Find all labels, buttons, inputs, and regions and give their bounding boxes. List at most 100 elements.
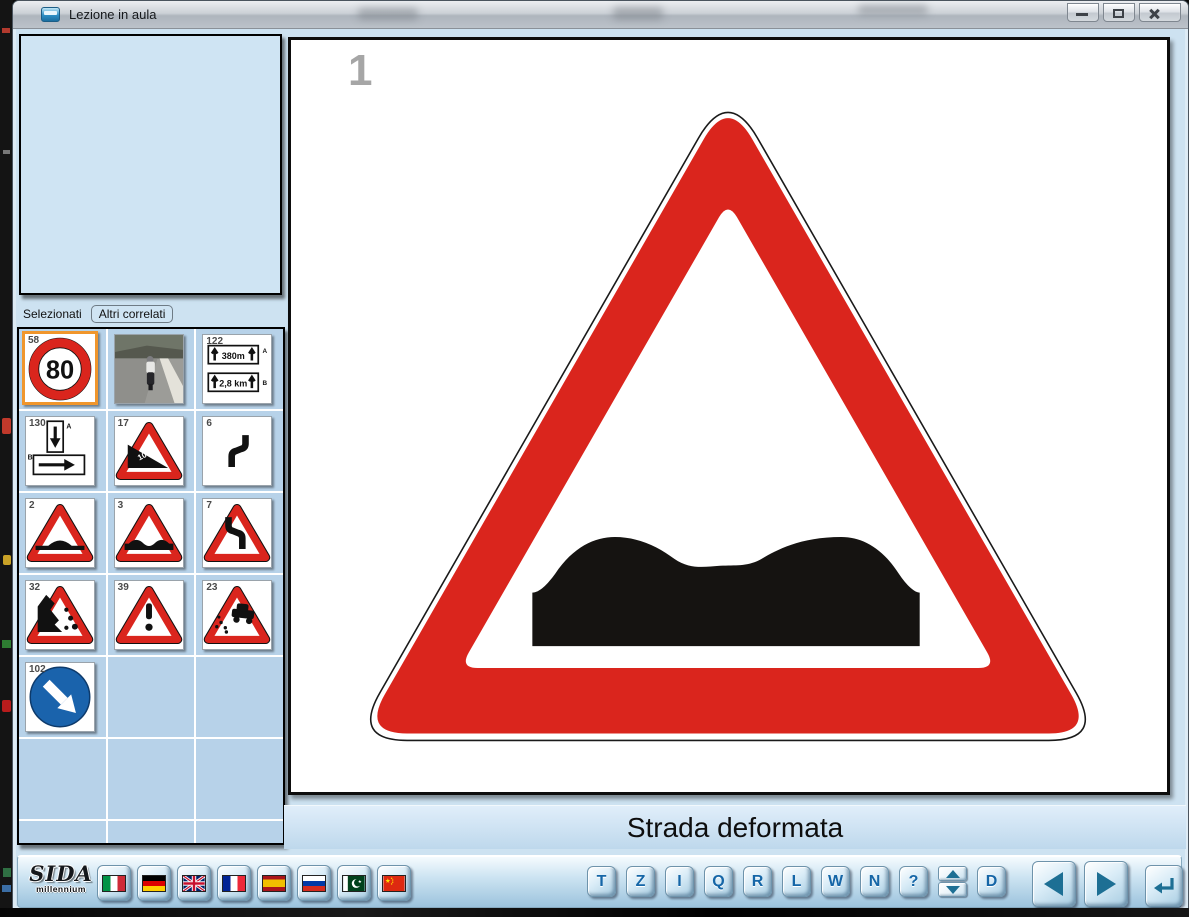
spin-up-button[interactable] xyxy=(938,866,967,881)
uk-flag-icon xyxy=(182,875,206,892)
enter-button[interactable] xyxy=(1145,865,1183,907)
sign-thumb-7[interactable]: 7 xyxy=(196,493,283,573)
road-photo xyxy=(115,335,183,403)
key-D[interactable]: D xyxy=(977,866,1006,897)
app-icon xyxy=(41,7,60,22)
key-R[interactable]: R xyxy=(743,866,772,897)
flag-russia-button[interactable] xyxy=(297,865,331,901)
caption-bar: Strada deformata xyxy=(284,805,1186,849)
back-arrow-icon xyxy=(1041,870,1067,898)
flag-france-button[interactable] xyxy=(217,865,251,901)
russia-flag-icon xyxy=(302,875,326,892)
sign-thumb-102[interactable]: 102 xyxy=(19,657,106,737)
svg-text:80: 80 xyxy=(46,357,74,385)
sign-thumb-2[interactable]: 2 xyxy=(19,493,106,573)
close-button[interactable] xyxy=(1139,3,1181,22)
sign-id: 102 xyxy=(29,664,46,675)
spain-flag-icon xyxy=(262,875,286,892)
sign-id: 7 xyxy=(206,500,212,511)
sign-thumb-17[interactable]: 17 10 % xyxy=(108,411,195,491)
key-T[interactable]: T xyxy=(587,866,616,897)
app-window: Lezione in aula Selezionati Altri correl… xyxy=(12,0,1189,910)
sida-logo: SIDA millennium xyxy=(26,864,96,894)
bottom-toolbar: SIDA millennium xyxy=(17,855,1182,908)
uneven-road-warning-sign xyxy=(291,40,1167,792)
svg-text:B: B xyxy=(28,455,33,462)
tab-altri-correlati[interactable]: Altri correlati xyxy=(91,305,174,323)
spin-down-button[interactable] xyxy=(938,882,967,897)
sign-thumb-122[interactable]: 122 380m A 2,8 km B xyxy=(196,329,283,409)
flag-uk-button[interactable] xyxy=(177,865,211,901)
slide-panel: 1 xyxy=(288,37,1170,795)
sign-thumb-58[interactable]: 58 80 xyxy=(19,329,106,409)
sign-caption: Strada deformata xyxy=(627,812,843,844)
germany-flag-icon xyxy=(142,875,166,892)
empty-cell xyxy=(108,739,195,819)
pakistan-flag-icon xyxy=(342,875,366,892)
sign-thumb-39[interactable]: 39 xyxy=(108,575,195,655)
empty-cell xyxy=(19,821,106,845)
sign-grid-panel: 58 80 xyxy=(17,327,285,845)
command-keys: T Z I Q R L W N ? D xyxy=(587,866,1006,897)
arrow-down-icon xyxy=(946,886,960,894)
key-Q[interactable]: Q xyxy=(704,866,733,897)
sign-thumb-photo[interactable] xyxy=(108,329,195,409)
maximize-button[interactable] xyxy=(1103,3,1135,22)
sign-id: 32 xyxy=(29,582,40,593)
arrow-up-icon xyxy=(946,870,960,878)
taskbar-edge xyxy=(0,908,1189,917)
flag-italy-button[interactable] xyxy=(97,865,131,901)
enter-arrow-icon xyxy=(1152,875,1176,897)
minimize-icon xyxy=(1076,13,1088,16)
sign-id: 58 xyxy=(28,335,39,346)
tab-selezionati[interactable]: Selezionati xyxy=(23,307,82,321)
title-bar[interactable]: Lezione in aula xyxy=(13,1,1188,29)
preview-panel xyxy=(19,34,282,295)
svg-text:A: A xyxy=(263,348,268,355)
flag-spain-button[interactable] xyxy=(257,865,291,901)
sign-id: 23 xyxy=(206,582,217,593)
sign-id: 3 xyxy=(118,500,124,511)
sign-thumb-23[interactable]: 23 xyxy=(196,575,283,655)
sign-thumb-6[interactable]: 6 xyxy=(196,411,283,491)
svg-text:380m: 380m xyxy=(222,351,245,361)
maximize-icon xyxy=(1113,9,1124,18)
france-flag-icon xyxy=(222,875,246,892)
minimize-button[interactable] xyxy=(1067,3,1099,22)
empty-cell xyxy=(196,739,283,819)
window-title: Lezione in aula xyxy=(69,7,156,22)
forward-button[interactable] xyxy=(1084,861,1128,907)
empty-cell xyxy=(108,821,195,845)
flag-germany-button[interactable] xyxy=(137,865,171,901)
empty-cell xyxy=(196,821,283,845)
key-I[interactable]: I xyxy=(665,866,694,897)
svg-text:B: B xyxy=(263,380,268,387)
spinner xyxy=(938,866,967,897)
navigation xyxy=(1032,861,1128,907)
key-N[interactable]: N xyxy=(860,866,889,897)
svg-text:2,8 km: 2,8 km xyxy=(220,379,248,389)
key-W[interactable]: W xyxy=(821,866,850,897)
key-L[interactable]: L xyxy=(782,866,811,897)
svg-text:A: A xyxy=(66,424,71,431)
key-help[interactable]: ? xyxy=(899,866,928,897)
bump-sign xyxy=(26,499,94,567)
sign-id: 39 xyxy=(118,582,129,593)
flag-china-button[interactable] xyxy=(377,865,411,901)
sign-thumb-32[interactable]: 32 xyxy=(19,575,106,655)
empty-cell xyxy=(196,657,283,737)
italy-flag-icon xyxy=(102,875,126,892)
sign-id: 2 xyxy=(29,500,35,511)
back-button[interactable] xyxy=(1032,861,1076,907)
empty-cell xyxy=(108,657,195,737)
sign-thumb-130[interactable]: 130 A B xyxy=(19,411,106,491)
sign-thumb-3[interactable]: 3 xyxy=(108,493,195,573)
double-bend-right-sign xyxy=(203,417,271,485)
key-Z[interactable]: Z xyxy=(626,866,655,897)
uneven-road-sign xyxy=(115,499,183,567)
sign-id: 130 xyxy=(29,418,46,429)
language-flags xyxy=(97,865,411,901)
sign-tabs: Selezionati Altri correlati xyxy=(23,303,173,325)
flag-pakistan-button[interactable] xyxy=(337,865,371,901)
forward-arrow-icon xyxy=(1093,870,1119,898)
